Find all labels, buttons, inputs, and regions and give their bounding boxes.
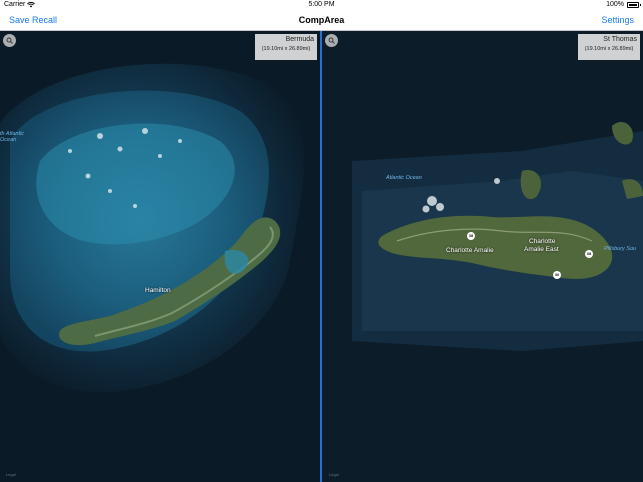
- area-dimensions: (19.10mi x 26.89mi): [261, 46, 311, 52]
- left-search-button[interactable]: [3, 34, 16, 47]
- location-name: St Thomas: [603, 36, 637, 43]
- right-search-button[interactable]: [325, 34, 338, 47]
- right-map-view[interactable]: St Thomas (19.10mi x 26.89mi) Atlantic O…: [322, 31, 643, 482]
- bermuda-satellite-image: [0, 31, 320, 482]
- legal-link[interactable]: Legal: [6, 472, 16, 477]
- app-title: CompArea: [298, 15, 345, 25]
- ocean-label-line2: Ocean: [0, 137, 17, 143]
- clock: 5:00 PM: [308, 1, 335, 8]
- route-shield-30: 30: [553, 271, 561, 279]
- magnifier-icon: [328, 37, 335, 44]
- navigation-bar: Save Recall CompArea Settings: [0, 10, 643, 31]
- location-name: Bermuda: [285, 36, 314, 43]
- left-map-view[interactable]: Bermuda (19.10mi x 26.89mi) th Atlantic …: [0, 31, 320, 482]
- status-bar: Carrier 5:00 PM 100%: [0, 0, 643, 10]
- st-thomas-satellite-image: [322, 31, 643, 482]
- battery-percent: 100%: [606, 1, 624, 8]
- left-location-info[interactable]: Bermuda (19.10mi x 26.89mi): [255, 34, 317, 60]
- legal-link[interactable]: Legal: [329, 472, 339, 477]
- settings-button[interactable]: Settings: [601, 15, 634, 25]
- right-location-info[interactable]: St Thomas (19.10mi x 26.89mi): [578, 34, 640, 60]
- magnifier-icon: [6, 37, 13, 44]
- city-label-charlotte-amalie-east-line1: Charlotte: [529, 238, 556, 245]
- city-label-charlotte-amalie: Charlotte Amalie: [446, 247, 494, 254]
- route-shield-38-east: 38: [585, 250, 593, 258]
- area-dimensions: (19.10mi x 26.89mi): [584, 46, 634, 52]
- battery-info: 100%: [606, 1, 641, 8]
- battery-icon: [627, 1, 641, 8]
- city-label-charlotte-amalie-east-line2: Amalie East: [524, 246, 559, 253]
- sound-label: Pillsbury Sou: [604, 246, 637, 252]
- route-shield-38: 38: [467, 232, 475, 240]
- city-label: Hamilton: [145, 287, 171, 294]
- ocean-label: Atlantic Ocean: [386, 175, 422, 181]
